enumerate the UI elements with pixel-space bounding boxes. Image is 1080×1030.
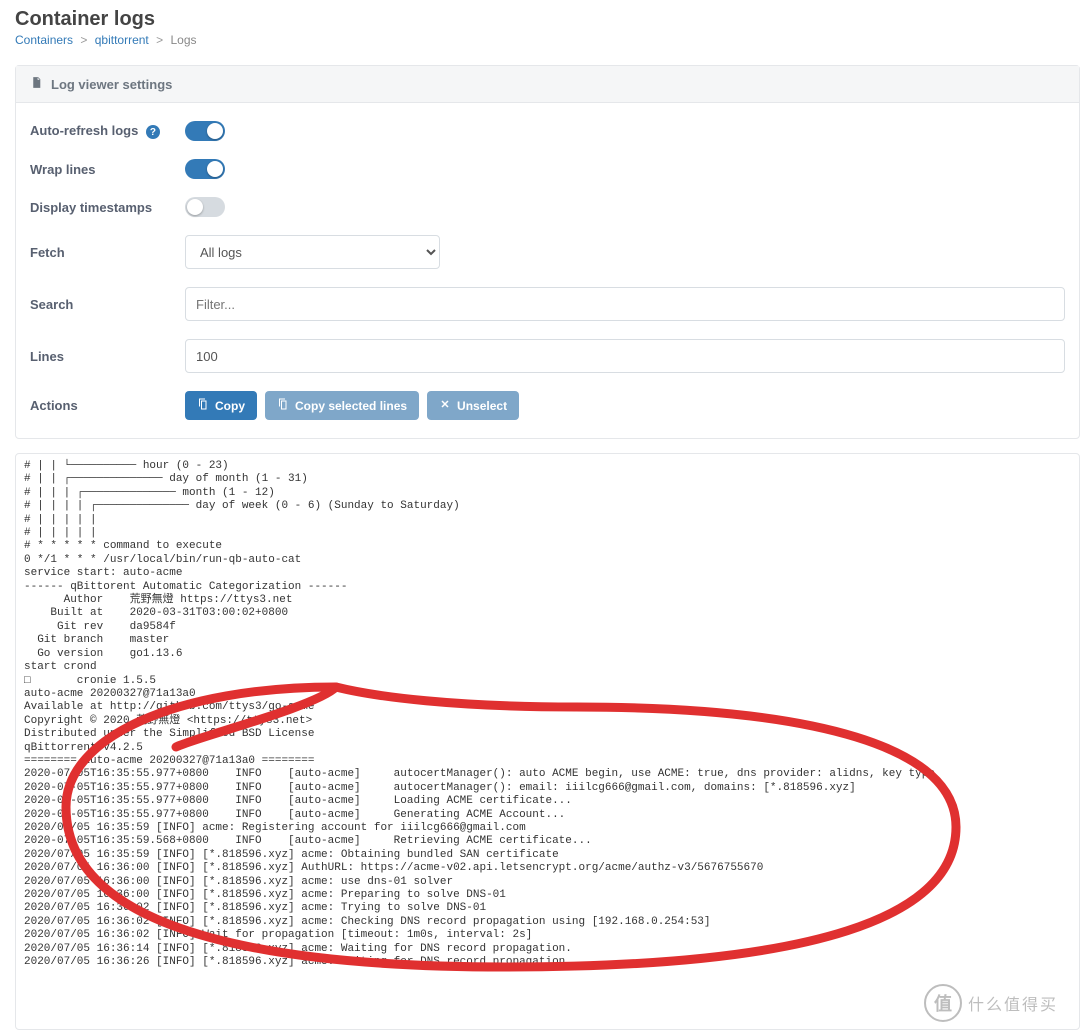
watermark-badge: 值 (924, 984, 962, 1022)
log-line[interactable]: # | | └────────── hour (0 - 23) (24, 460, 1071, 473)
wrap-lines-toggle[interactable] (185, 159, 225, 179)
log-line[interactable]: 2020/07/05 16:36:26 [INFO] [*.818596.xyz… (24, 956, 1071, 969)
copy-button-label: Copy (215, 399, 245, 413)
help-icon[interactable]: ? (146, 125, 160, 139)
panel-header: Log viewer settings (16, 66, 1079, 103)
log-line[interactable]: 0 */1 * * * /usr/local/bin/run-qb-auto-c… (24, 554, 1071, 567)
log-line[interactable]: Git rev da9584f (24, 621, 1071, 634)
log-line[interactable]: Available at http://github.com/ttys3/go-… (24, 701, 1071, 714)
log-line[interactable]: □ cronie 1.5.5 (24, 675, 1071, 688)
lines-input[interactable] (185, 339, 1065, 373)
log-line[interactable]: # | | | | | (24, 527, 1071, 540)
log-line[interactable]: Copyright © 2020 荒野無燈 <https://ttys3.net… (24, 715, 1071, 728)
log-line[interactable]: 2020/07/05 16:36:02 [INFO] [*.818596.xyz… (24, 902, 1071, 915)
panel-header-label: Log viewer settings (51, 77, 172, 92)
watermark: 值 什么值得买 (924, 982, 1074, 1024)
log-line[interactable]: 2020/07/05 16:36:02 [INFO] Wait for prop… (24, 929, 1071, 942)
log-line[interactable]: 2020-07-05T16:35:55.977+0800 INFO [auto-… (24, 809, 1071, 822)
actions-label: Actions (30, 398, 185, 413)
log-line[interactable]: 2020-07-05T16:35:55.977+0800 INFO [auto-… (24, 795, 1071, 808)
log-line[interactable]: Git branch master (24, 634, 1071, 647)
fetch-label: Fetch (30, 245, 185, 260)
log-line[interactable]: start crond (24, 661, 1071, 674)
log-line[interactable]: 2020-07-05T16:35:55.977+0800 INFO [auto-… (24, 782, 1071, 795)
log-line[interactable]: 2020/07/05 16:36:00 [INFO] [*.818596.xyz… (24, 889, 1071, 902)
log-line[interactable]: 2020/07/05 16:36:02 [INFO] [*.818596.xyz… (24, 916, 1071, 929)
document-icon (30, 76, 43, 92)
log-line[interactable]: ======== auto-acme 20200327@71a13a0 ====… (24, 755, 1071, 768)
breadcrumb: Containers > qbittorrent > Logs (15, 33, 1080, 47)
log-line[interactable]: service start: auto-acme (24, 567, 1071, 580)
log-line[interactable]: Author 荒野無燈 https://ttys3.net (24, 594, 1071, 607)
search-label: Search (30, 297, 185, 312)
log-line[interactable]: 2020/07/05 16:36:14 [INFO] [*.818596.xyz… (24, 943, 1071, 956)
log-line[interactable]: # * * * * * command to execute (24, 540, 1071, 553)
copy-selected-lines-button[interactable]: Copy selected lines (265, 391, 419, 420)
auto-refresh-toggle[interactable] (185, 121, 225, 141)
display-timestamps-label: Display timestamps (30, 200, 185, 215)
unselect-button[interactable]: Unselect (427, 391, 519, 420)
log-line[interactable]: 2020/07/05 16:36:00 [INFO] [*.818596.xyz… (24, 876, 1071, 889)
copy-icon (277, 398, 289, 413)
log-line[interactable]: # | | | ┌────────────── month (1 - 12) (24, 487, 1071, 500)
search-input[interactable] (185, 287, 1065, 321)
lines-label: Lines (30, 349, 185, 364)
log-line[interactable]: # | | | | ┌────────────── day of week (0… (24, 500, 1071, 513)
log-line[interactable]: # | | ┌────────────── day of month (1 - … (24, 473, 1071, 486)
log-line[interactable]: 2020/07/05 16:35:59 [INFO] [*.818596.xyz… (24, 849, 1071, 862)
log-line[interactable]: auto-acme 20200327@71a13a0 (24, 688, 1071, 701)
fetch-select[interactable]: All logs (185, 235, 440, 269)
page-title: Container logs (15, 8, 1080, 31)
display-timestamps-toggle[interactable] (185, 197, 225, 217)
watermark-text: 什么值得买 (968, 991, 1058, 1015)
wrap-lines-label: Wrap lines (30, 162, 185, 177)
close-icon (439, 398, 451, 413)
log-line[interactable]: Go version go1.13.6 (24, 648, 1071, 661)
log-viewer-settings-panel: Log viewer settings Auto-refresh logs ? … (15, 65, 1080, 439)
breadcrumb-containers[interactable]: Containers (15, 33, 73, 47)
auto-refresh-label: Auto-refresh logs ? (30, 123, 185, 140)
log-line[interactable]: Built at 2020-03-31T03:00:02+0800 (24, 607, 1071, 620)
log-line[interactable]: # | | | | | (24, 514, 1071, 527)
log-line[interactable]: qBittorrent v4.2.5 (24, 742, 1071, 755)
log-line[interactable]: 2020/07/05 16:36:00 [INFO] [*.818596.xyz… (24, 862, 1071, 875)
chevron-right-icon: > (156, 33, 163, 47)
copy-selected-button-label: Copy selected lines (295, 399, 407, 413)
copy-icon (197, 398, 209, 413)
copy-button[interactable]: Copy (185, 391, 257, 420)
log-output[interactable]: # | | └────────── hour (0 - 23)# | | ┌──… (15, 453, 1080, 1030)
chevron-right-icon: > (80, 33, 87, 47)
unselect-button-label: Unselect (457, 399, 507, 413)
log-line[interactable]: 2020-07-05T16:35:55.977+0800 INFO [auto-… (24, 768, 1071, 781)
log-line[interactable]: Distributed under the Simplified BSD Lic… (24, 728, 1071, 741)
log-line[interactable]: 2020/07/05 16:35:59 [INFO] acme: Registe… (24, 822, 1071, 835)
log-line[interactable]: ------ qBittorent Automatic Categorizati… (24, 581, 1071, 594)
breadcrumb-container-name[interactable]: qbittorrent (95, 33, 149, 47)
log-line[interactable]: 2020-07-05T16:35:59.568+0800 INFO [auto-… (24, 835, 1071, 848)
breadcrumb-current: Logs (170, 33, 196, 47)
